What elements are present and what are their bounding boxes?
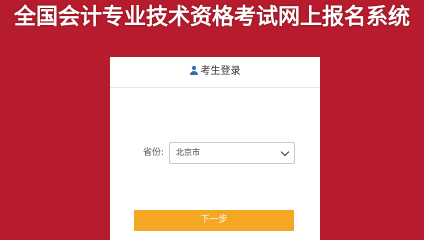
user-icon [189,66,198,75]
chevron-down-icon [280,147,290,157]
province-select[interactable]: 北京市 [169,142,295,164]
next-button[interactable]: 下一步 [134,210,294,231]
province-label: 省份: [143,148,165,158]
login-panel: 考生登录 省份: 北京市 下一步 [110,57,320,240]
login-heading: 考生登录 [200,66,241,77]
province-selected-value: 北京市 [176,148,200,157]
login-header: 考生登录 [110,57,320,88]
page-title: 全国会计专业技术资格考试网上报名系统 [13,5,410,30]
